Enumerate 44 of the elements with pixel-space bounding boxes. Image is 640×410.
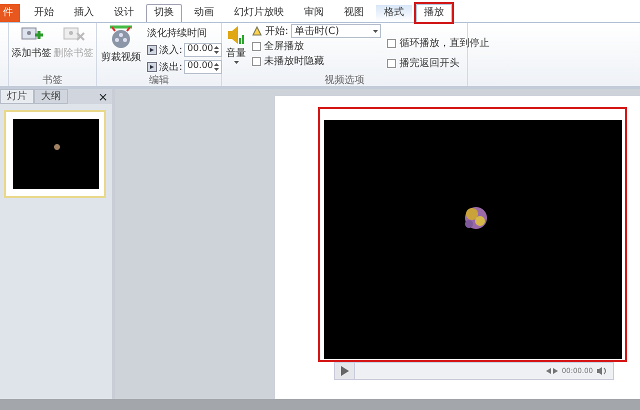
start-label: 开始:	[265, 24, 288, 38]
bookmark-button[interactable]: 添加书签	[12, 24, 52, 75]
play-icon	[340, 366, 348, 376]
speaker-icon	[226, 24, 246, 46]
fade-in-icon	[147, 45, 157, 55]
step-icon	[546, 368, 558, 374]
pane-tab[interactable]: 大纲	[34, 89, 68, 104]
close-button[interactable]: ×	[98, 89, 108, 104]
volume-button[interactable]: 音量	[226, 24, 246, 75]
pane-tab[interactable]: 灯片	[0, 89, 34, 104]
fade-out-field[interactable]: 00.00	[184, 60, 222, 74]
ribbon-tab[interactable]: 开始	[26, 4, 62, 22]
ribbon-tab[interactable]: 插入	[66, 4, 102, 22]
start-dropdown[interactable]: 单击时(C)	[291, 24, 382, 38]
fade-out-label: 淡出:	[159, 60, 182, 74]
group-label: 书签	[42, 75, 64, 86]
option-checkbox[interactable]: 循环播放，直到停止	[387, 36, 490, 50]
ribbon-tab[interactable]: 设计	[106, 4, 142, 22]
ribbon-tab[interactable]: 幻灯片放映	[226, 4, 292, 22]
fade-duration-label: 淡化持续时间	[147, 26, 208, 40]
caret-icon	[234, 61, 238, 64]
fade-in-field[interactable]: 00.00	[184, 43, 222, 57]
group-label: 编辑	[148, 75, 170, 86]
option-checkbox[interactable]: 全屏播放	[252, 39, 382, 53]
spin-arrows-icon	[214, 62, 220, 72]
fade-in-label: 淡入:	[159, 44, 182, 58]
ribbon-tab[interactable]: 动画	[186, 4, 222, 22]
ribbon-tab[interactable]: 播放	[416, 4, 452, 22]
start-icon	[252, 26, 262, 36]
option-checkbox[interactable]: 未播放时隐藏	[252, 54, 382, 68]
fade-out-icon	[147, 62, 157, 72]
ribbon-tab[interactable]: 视图	[336, 4, 372, 22]
group-label: 视频选项	[324, 75, 366, 86]
trim-video-button[interactable]: 剪裁视频	[101, 24, 141, 75]
ribbon-tab[interactable]: 件	[0, 4, 20, 22]
film-reel-icon	[108, 24, 134, 50]
ribbon-tab[interactable]: 格式	[376, 4, 412, 22]
option-checkbox[interactable]: 播完返回开头	[387, 56, 490, 70]
spin-arrows-icon	[214, 45, 220, 55]
caret-icon	[373, 30, 378, 32]
ribbon-tab[interactable]: 审阅	[296, 4, 332, 22]
volume-icon	[597, 367, 607, 375]
slide-thumbnail[interactable]	[4, 110, 106, 198]
play-button[interactable]	[335, 363, 355, 379]
